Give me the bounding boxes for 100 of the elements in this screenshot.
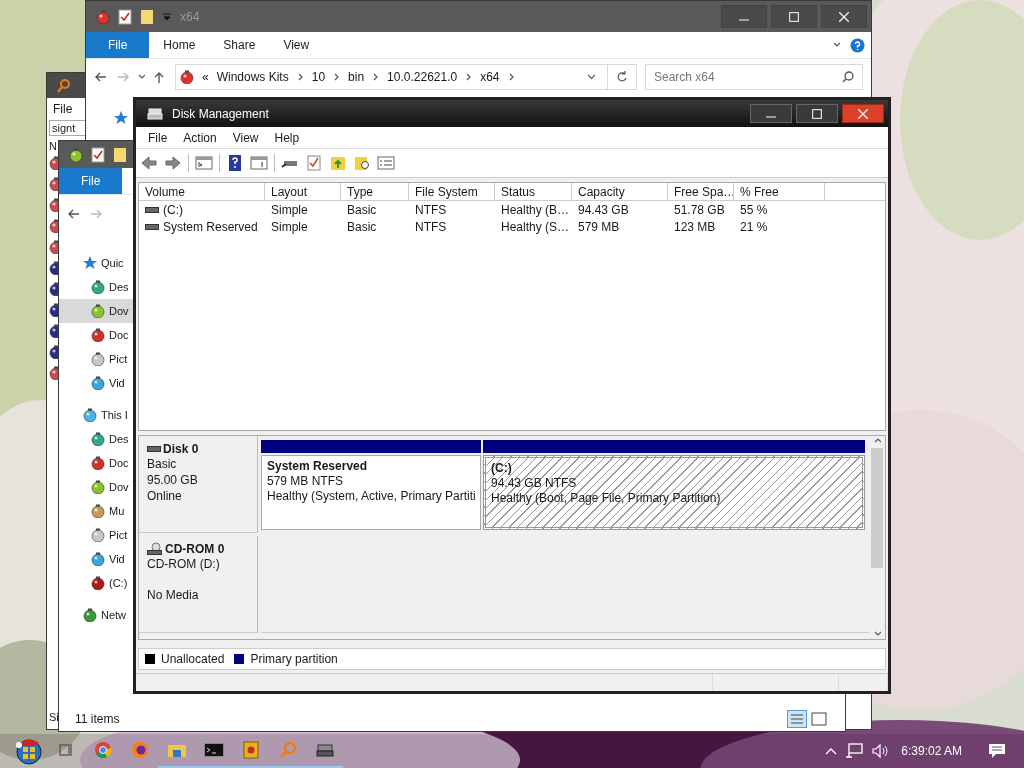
table-cell-text: 94.43 GB (577, 202, 630, 217)
magnifier-icon (57, 78, 71, 93)
help-icon[interactable] (850, 37, 865, 53)
folder-icon[interactable] (113, 146, 127, 163)
overflow-chevrons[interactable]: « (202, 70, 209, 84)
properties-icon[interactable] (377, 155, 395, 171)
nav-item[interactable]: Doc (59, 323, 133, 347)
menu-item[interactable]: File (49, 102, 73, 116)
ribbon-tab[interactable]: File (59, 168, 123, 194)
table-cell-text: Basic (346, 219, 378, 234)
checklist-icon[interactable] (91, 146, 105, 163)
ribbon-tab[interactable]: Share (209, 32, 270, 58)
search-field[interactable]: Search x64 (645, 64, 863, 90)
nav-item[interactable]: Mu (59, 499, 133, 523)
show-hidden-icons[interactable] (825, 747, 838, 755)
nav-item[interactable]: Pict (59, 523, 133, 547)
book-icon[interactable] (242, 741, 259, 759)
ribbon-tab[interactable]: Home (149, 32, 210, 58)
table-cell-text: 123 MB (673, 219, 717, 234)
dropdown-icon[interactable] (162, 11, 172, 22)
table-cell-text: Simple (270, 219, 309, 234)
action-pane-icon[interactable] (250, 155, 268, 171)
menu-item[interactable]: View (224, 130, 267, 145)
disk-label[interactable]: Disk 0 Basic 95.00 GB Online (139, 436, 258, 533)
folder-search-icon[interactable] (353, 155, 371, 171)
partition-block[interactable]: System Reserved 579 MB NTFS Healthy (System, Active, Primary Partiti (261, 455, 481, 530)
nav-item[interactable]: (C:) (59, 571, 133, 595)
nav-item[interactable]: Des (59, 427, 133, 451)
disk-management-icon[interactable] (146, 105, 164, 122)
chevron-icon (296, 72, 304, 82)
disk-info: Online (147, 489, 183, 504)
notification-icon[interactable] (988, 743, 1006, 759)
network-icon[interactable] (845, 743, 864, 759)
nav-item[interactable]: Doc (59, 451, 133, 475)
breadcrumb-item[interactable]: Windows Kits (216, 70, 289, 84)
breadcrumb-item[interactable]: 10.0.22621.0 (387, 70, 458, 84)
nav-item[interactable]: Quic (59, 251, 133, 275)
breadcrumb-item[interactable]: bin (348, 70, 365, 84)
status-text: Si (49, 711, 59, 723)
close-icon[interactable] (858, 108, 868, 119)
disk-info: CD-ROM (D:) (147, 557, 221, 572)
nav-item[interactable]: Des (59, 275, 133, 299)
volume-icon (145, 222, 159, 231)
minimize-button[interactable] (750, 104, 792, 123)
column-header[interactable]: N (49, 140, 57, 152)
back-icon[interactable] (94, 71, 108, 83)
scrollbar[interactable] (869, 436, 885, 639)
folder-up-icon[interactable] (329, 155, 347, 171)
chevron-icon (372, 72, 380, 82)
column-header[interactable]: Volume (139, 183, 265, 201)
back-icon[interactable] (67, 208, 81, 220)
nav-item[interactable]: Netw (59, 603, 133, 627)
back-arrow-icon[interactable] (140, 155, 158, 171)
nav-item[interactable]: Dov (59, 475, 133, 499)
menu-item[interactable]: File (140, 130, 176, 145)
breadcrumb-item[interactable]: x64 (480, 70, 500, 84)
console-tree-icon[interactable] (195, 155, 213, 171)
menu-item[interactable]: Action (175, 130, 225, 145)
forward-arrow-icon[interactable] (164, 155, 182, 171)
folder-icon[interactable] (140, 8, 154, 25)
nav-item[interactable]: Pict (59, 347, 133, 371)
column-header[interactable]: Capacity (572, 183, 668, 201)
disk-label[interactable]: CD-ROM 0 CD-ROM (D:) No Media (139, 536, 258, 633)
partition-block[interactable]: (C:) 94.43 GB NTFS Healthy (Boot, Page File, Primary Partition) (483, 455, 865, 530)
nav-item[interactable]: This I (59, 403, 133, 427)
firefox-icon[interactable] (130, 741, 149, 759)
nav-item[interactable]: Dov (59, 299, 133, 323)
item-count: 11 items (75, 712, 120, 726)
breadcrumb-item[interactable]: 10 (311, 70, 326, 84)
checklist-icon[interactable] (305, 155, 323, 171)
column-header[interactable]: % Free (734, 183, 825, 201)
maximize-button[interactable] (771, 5, 817, 28)
partition-size: 94.43 GB NTFS (491, 476, 578, 491)
partition-status: Healthy (System, Active, Primary Partiti (267, 489, 475, 504)
command-prompt-icon[interactable] (203, 743, 224, 757)
thumbnail-view-icon[interactable] (809, 710, 829, 728)
checklist-icon[interactable] (118, 8, 132, 25)
nav-item[interactable]: Vid (59, 371, 133, 395)
column-header[interactable]: Free Spa… (668, 183, 734, 201)
maximize-button[interactable] (796, 104, 838, 123)
partition-name: (C:) (491, 461, 513, 476)
column-header[interactable]: Type (341, 183, 409, 201)
task-view-icon[interactable] (57, 742, 74, 758)
column-header[interactable]: Status (495, 183, 572, 201)
close-button[interactable] (821, 5, 867, 28)
address-bar[interactable]: « Windows Kits 10 bin 10.0.22621.0 x64 (175, 64, 637, 90)
menu-item[interactable]: Help (266, 130, 308, 145)
column-header[interactable]: File System (409, 183, 495, 201)
disk-name: CD-ROM 0 (165, 542, 225, 556)
volume-icon[interactable] (871, 743, 890, 759)
help-icon[interactable] (226, 155, 244, 171)
close-button[interactable] (842, 104, 884, 123)
maximize-icon[interactable] (789, 11, 799, 22)
clock[interactable]: 6:39:02 AM (901, 744, 962, 758)
close-icon[interactable] (839, 11, 849, 22)
nav-item[interactable]: Vid (59, 547, 133, 571)
maximize-icon[interactable] (812, 108, 822, 119)
ribbon-tab[interactable]: View (269, 32, 324, 58)
column-header[interactable]: Layout (265, 183, 341, 201)
chrome-icon[interactable] (93, 741, 112, 759)
